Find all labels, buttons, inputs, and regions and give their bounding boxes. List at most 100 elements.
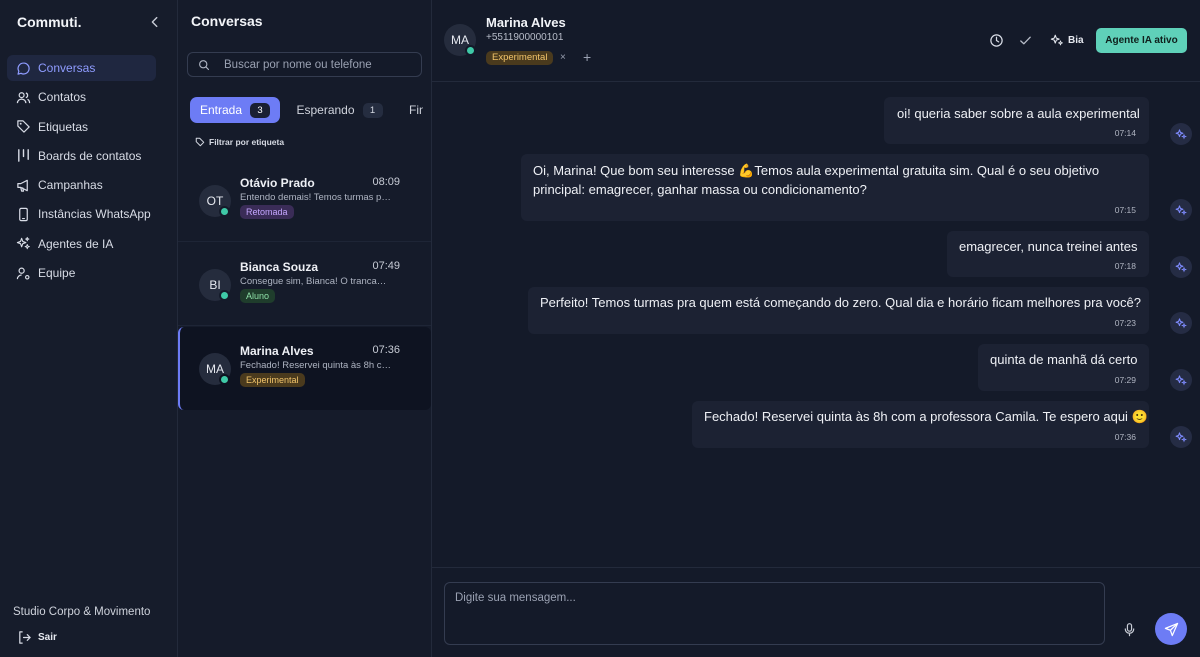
sidebar-item-equipe[interactable]: Equipe — [7, 260, 156, 286]
sidebar-item-label: Agentes de IA — [38, 236, 114, 251]
tag-icon — [195, 137, 205, 147]
megaphone-icon — [16, 178, 31, 193]
sidebar-item-agentes-ia[interactable]: Agentes de IA — [7, 231, 156, 257]
message-time: 07:36 — [1114, 432, 1136, 442]
sidebar-item-label: Boards de contatos — [38, 148, 142, 163]
contact-name: Marina Alves — [240, 344, 314, 358]
sidebar-item-label: Conversas — [38, 61, 96, 75]
message-preview: Entendo demais! Temos turmas pra quem es… — [240, 192, 394, 203]
search-box — [187, 52, 422, 77]
logout-icon — [17, 630, 32, 645]
add-tag-button[interactable]: + — [583, 49, 591, 65]
filter-by-tag-button[interactable]: Filtrar por etiqueta — [195, 137, 284, 147]
ai-sent-sparkles-icon — [1170, 426, 1192, 448]
sidebar-item-boards[interactable]: Boards de contatos — [7, 143, 156, 169]
ai-sent-sparkles-icon — [1170, 123, 1192, 145]
sidebar-item-instancias-whatsapp[interactable]: Instâncias WhatsApp — [7, 201, 156, 227]
message-time: 07:18 — [1114, 261, 1136, 271]
contact-tag: Retomada — [240, 205, 294, 219]
sparkles-icon — [16, 236, 31, 251]
tab-label: Esperando — [296, 103, 355, 117]
smartphone-icon — [16, 207, 31, 222]
tab-esperando[interactable]: Esperando 1 — [286, 97, 392, 123]
studio-name: Studio Corpo & Movimento — [13, 606, 151, 618]
message-time: 07:15 — [1114, 205, 1136, 215]
message-text: Oi, Marina! Que bom seu interesse 💪Temos… — [533, 163, 1100, 178]
message-preview: Fechado! Reservei quinta às 8h com a pro… — [240, 360, 394, 371]
contact-tag: Experimental — [486, 51, 554, 65]
tab-count-badge: 1 — [362, 102, 383, 118]
message-text: Perfeito! Temos turmas pra quem está com… — [540, 295, 1141, 310]
contact-name: Marina Alves — [486, 15, 566, 30]
filter-label: Filtrar por etiqueta — [209, 137, 285, 147]
contact-name: Otávio Prado — [240, 176, 315, 190]
message-bubble: Perfeito! Temos turmas pra quem está com… — [528, 287, 1149, 334]
conversation-tabs: Entrada 3 Esperando 1 Finalizadas — [190, 97, 423, 123]
message-time: 07:36 — [372, 344, 400, 356]
sidebar: Commuti. Conversas Contatos Etiquetas Bo… — [0, 0, 178, 657]
message-bubble: quinta de manhã dá certo 07:29 — [978, 344, 1149, 391]
message-time: 07:14 — [1114, 128, 1136, 138]
chat-panel: MA Marina Alves +5511900000101 Experimen… — [432, 0, 1200, 657]
contact-tag: Experimental — [240, 373, 305, 387]
message-text: quinta de manhã dá certo — [990, 352, 1138, 367]
tab-entrada[interactable]: Entrada 3 — [190, 97, 281, 123]
message-time: 07:29 — [1114, 375, 1136, 385]
tab-finalizadas[interactable]: Finalizadas — [399, 97, 423, 123]
conversation-list-panel: Conversas Entrada 3 Esperando 1 Finaliza… — [178, 0, 432, 657]
message-preview: Consegue sim, Bianca! O trancamento pode… — [240, 276, 394, 287]
snooze-clock-icon[interactable] — [989, 33, 1004, 48]
message-composer — [432, 567, 1200, 657]
search-input[interactable] — [224, 58, 404, 71]
kanban-icon — [16, 148, 31, 163]
whatsapp-status-icon — [219, 290, 230, 301]
logout-button[interactable]: Sair — [17, 630, 57, 645]
message-input[interactable] — [444, 582, 1105, 645]
message-text: emagrecer, nunca treinei antes — [959, 239, 1138, 254]
resolve-check-icon[interactable] — [1018, 33, 1033, 48]
message-text: principal: emagrecer, ganhar massa ou co… — [533, 182, 867, 197]
message-bubble: oi! queria saber sobre a aula experiment… — [884, 97, 1149, 144]
message-time: 08:09 — [372, 176, 400, 188]
conversation-item[interactable]: OT Otávio Prado 08:09 Entendo demais! Te… — [178, 159, 431, 242]
tab-count-badge: 3 — [250, 102, 271, 118]
message-text: oi! queria saber sobre a aula experiment… — [897, 106, 1140, 121]
conversation-item-selected[interactable]: MA Marina Alves 07:36 Fechado! Reservei … — [178, 327, 431, 410]
sidebar-item-label: Contatos — [38, 90, 87, 105]
tab-label: Entrada — [200, 103, 243, 117]
message-bubble: emagrecer, nunca treinei antes 07:18 — [947, 231, 1149, 277]
agent-ia-active-button[interactable]: Agente IA ativo — [1096, 28, 1187, 53]
sidebar-item-etiquetas[interactable]: Etiquetas — [7, 114, 156, 140]
tag-icon — [16, 119, 31, 134]
send-button[interactable] — [1155, 613, 1187, 645]
bia-label: Bia — [1068, 34, 1084, 46]
ai-sent-sparkles-icon — [1170, 312, 1192, 334]
remove-tag-button[interactable]: × — [560, 52, 566, 63]
sidebar-item-label: Etiquetas — [38, 119, 89, 134]
contact-tag: Aluno — [240, 289, 276, 303]
sidebar-item-conversas[interactable]: Conversas — [7, 55, 156, 81]
chat-bubble-icon — [16, 61, 31, 76]
sidebar-item-campanhas[interactable]: Campanhas — [7, 172, 156, 198]
message-time: 07:23 — [1114, 318, 1136, 328]
message-text: Fechado! Reservei quinta às 8h com a pro… — [704, 409, 1148, 424]
tab-label: Finalizadas — [408, 103, 423, 117]
whatsapp-status-icon — [219, 206, 230, 217]
contact-name: Bianca Souza — [240, 260, 319, 274]
message-time: 07:49 — [372, 260, 400, 272]
user-cog-icon — [16, 266, 31, 281]
search-icon — [198, 59, 210, 71]
whatsapp-status-icon — [465, 45, 476, 56]
sidebar-item-label: Equipe — [38, 266, 76, 281]
sidebar-item-contatos[interactable]: Contatos — [7, 84, 156, 110]
chat-header: MA Marina Alves +5511900000101 Experimen… — [432, 0, 1200, 82]
message-bubble: Oi, Marina! Que bom seu interesse 💪Temos… — [521, 154, 1149, 221]
logout-label: Sair — [38, 632, 57, 643]
bia-agent-button[interactable]: Bia — [1050, 33, 1084, 47]
message-bubble: Fechado! Reservei quinta às 8h com a pro… — [692, 401, 1149, 448]
ai-sent-sparkles-icon — [1170, 369, 1192, 391]
sidebar-nav: Conversas Contatos Etiquetas Boards de c… — [7, 55, 156, 289]
microphone-icon[interactable] — [1122, 622, 1137, 637]
collapse-sidebar-button[interactable] — [148, 15, 162, 29]
conversation-item[interactable]: BI Bianca Souza 07:49 Consegue sim, Bian… — [178, 243, 431, 326]
